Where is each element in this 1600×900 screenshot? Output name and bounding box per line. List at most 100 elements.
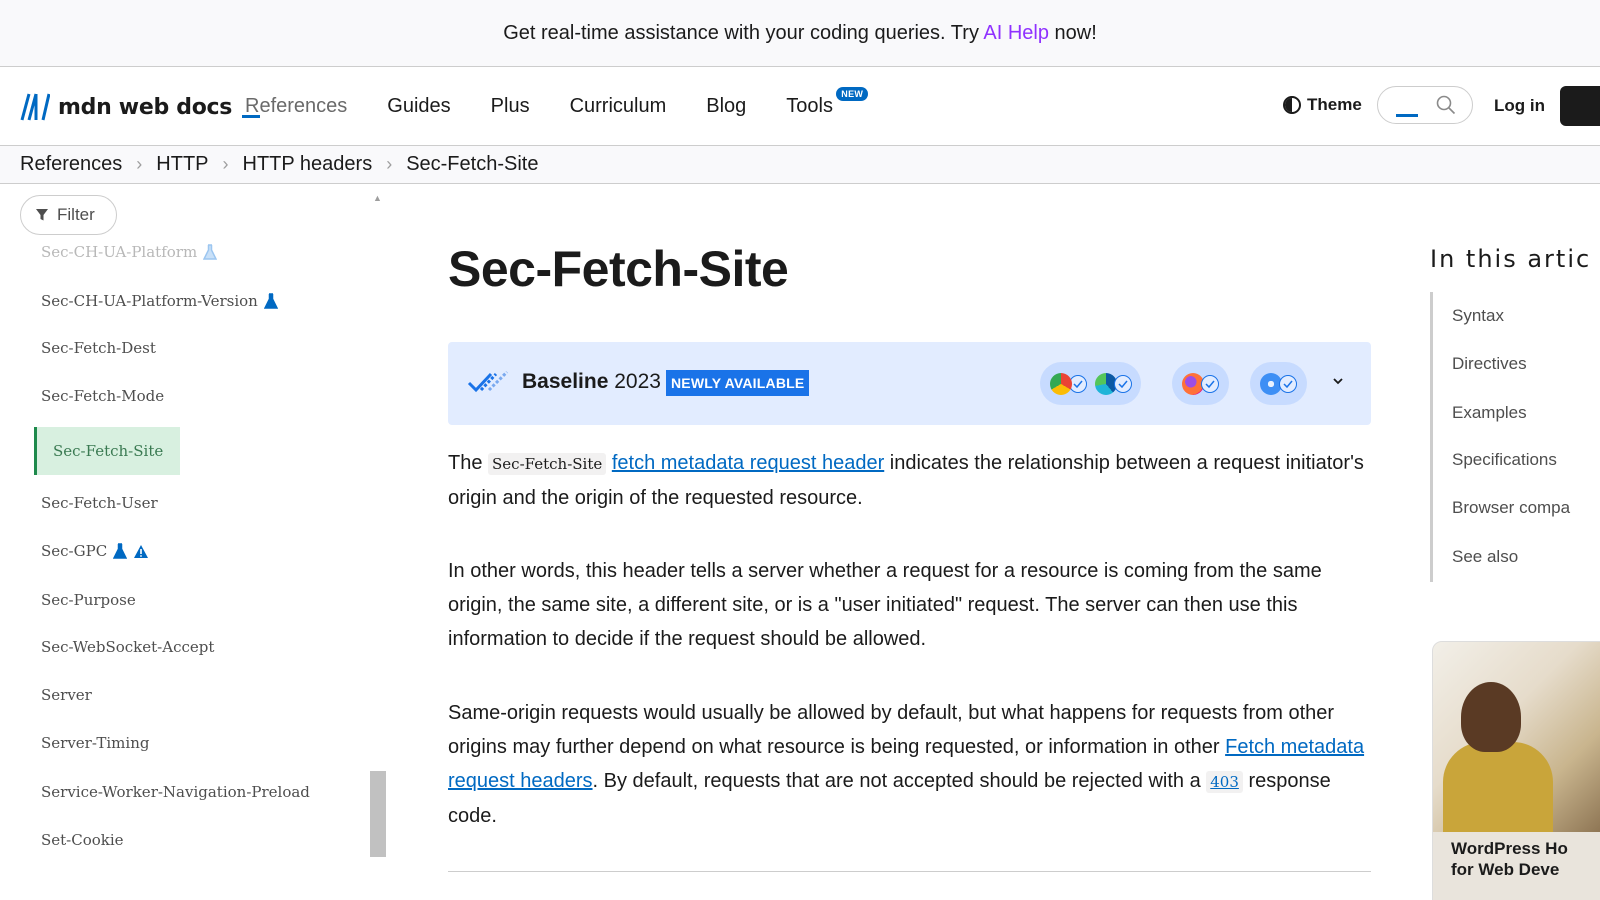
check-icon: [1114, 374, 1132, 393]
sidebar-item-sec-fetch-mode[interactable]: Sec-Fetch-Mode: [41, 387, 164, 405]
banner-text: Get real-time assistance with your codin…: [503, 21, 1097, 44]
nav-tools-label: Tools: [786, 94, 833, 117]
sidebar-item-label: Sec-Purpose: [41, 591, 136, 609]
sidebar-item-label: Sec-Fetch-Site: [53, 442, 164, 460]
nav-guides[interactable]: Guides: [387, 95, 450, 118]
newly-available-badge: NEWLY AVAILABLE: [666, 370, 810, 396]
sidebar-item-server[interactable]: Server: [41, 686, 92, 704]
search-cursor: [1396, 114, 1418, 117]
sidebar-item-label: Sec-Fetch-User: [41, 494, 158, 512]
sidebar-item-sec-purpose[interactable]: Sec-Purpose: [41, 591, 136, 609]
check-icon: [1279, 374, 1297, 393]
search-input[interactable]: [1396, 87, 1436, 123]
logo-text: mdn web docs: [58, 94, 233, 120]
mdn-logo-icon: [20, 93, 50, 121]
main-content: Sec-Fetch-Site Baseline 2023 NEWLY AVAIL…: [448, 185, 1372, 900]
breadcrumb-references[interactable]: References: [20, 153, 122, 176]
ai-help-banner: Get real-time assistance with your codin…: [0, 0, 1600, 67]
ad-person-head: [1461, 682, 1521, 752]
breadcrumb-http[interactable]: HTTP: [156, 153, 208, 176]
filter-label: Filter: [57, 205, 95, 224]
toc-item-browser-compatibility[interactable]: Browser compa: [1452, 498, 1570, 518]
scroll-up-arrow-icon[interactable]: ▲: [373, 193, 382, 203]
ai-help-link[interactable]: AI Help: [983, 22, 1049, 44]
toc-item-syntax[interactable]: Syntax: [1452, 306, 1504, 326]
non-standard-warning-icon: [134, 544, 149, 558]
toc-item-directives[interactable]: Directives: [1452, 354, 1527, 374]
baseline-check-icon: [467, 370, 509, 393]
theme-button[interactable]: Theme: [1283, 95, 1362, 115]
theme-contrast-icon: [1283, 96, 1301, 114]
paragraph-intro: The Sec-Fetch-Site fetch metadata reques…: [448, 452, 1364, 509]
paragraph-default: Same-origin requests would usually be al…: [448, 702, 1365, 827]
sidebar-item-label: Sec-CH-UA-Platform: [41, 243, 198, 261]
firefox-support: [1182, 372, 1219, 395]
top-navigation: mdn web docs References Guides Plus Curr…: [0, 67, 1600, 146]
baseline-label: Baseline 2023: [522, 370, 661, 393]
sidebar-item-label: Sec-GPC: [41, 542, 108, 560]
chrome-support: [1050, 372, 1087, 395]
experimental-flask-icon: [263, 293, 278, 309]
inline-code: Sec-Fetch-Site: [488, 453, 607, 475]
experimental-flask-icon: [203, 244, 218, 260]
page-title: Sec-Fetch-Site: [448, 241, 789, 297]
browser-group-chrome-edge: [1040, 362, 1141, 405]
sidebar-item-sec-websocket-accept[interactable]: Sec-WebSocket-Accept: [41, 638, 214, 656]
baseline-banner: Baseline 2023 NEWLY AVAILABLE: [448, 342, 1371, 425]
signup-button[interactable]: [1560, 86, 1600, 126]
sidebar-item-label: Sec-WebSocket-Accept: [41, 638, 215, 656]
paragraph-explanation: In other words, this header tells a serv…: [448, 560, 1322, 650]
filter-icon: [36, 209, 48, 221]
breadcrumb-http-headers[interactable]: HTTP headers: [243, 153, 373, 176]
sidebar-scrollbar-thumb[interactable]: [370, 771, 386, 857]
ad-headline: WordPress Ho for Web Deve: [1451, 839, 1568, 879]
breadcrumb-current[interactable]: Sec-Fetch-Site: [406, 153, 538, 176]
ad-image: [1433, 642, 1600, 832]
sidebar-item-service-worker-navigation-preload[interactable]: Service-Worker-Navigation-Preload: [41, 783, 310, 801]
sidebar-item-server-timing[interactable]: Server-Timing: [41, 734, 149, 752]
login-link[interactable]: Log in: [1494, 96, 1545, 116]
chevron-right-icon: ›: [136, 154, 143, 174]
main-nav: References Guides Plus Curriculum Blog T…: [245, 67, 873, 145]
edge-support: [1095, 372, 1132, 395]
status-403-link[interactable]: 403: [1206, 771, 1243, 793]
new-badge: NEW: [836, 86, 869, 101]
sidebar-item-sec-fetch-dest[interactable]: Sec-Fetch-Dest: [41, 339, 156, 357]
filter-button[interactable]: Filter: [20, 195, 117, 235]
sidebar-item-sec-gpc[interactable]: Sec-GPC: [41, 542, 149, 560]
search-box[interactable]: [1377, 86, 1473, 124]
sidebar-item-label: Service-Worker-Navigation-Preload: [41, 783, 310, 801]
sidebar-item-label: Sec-CH-UA-Platform-Version: [41, 292, 258, 310]
sidebar-item-sec-ch-ua-platform-version[interactable]: Sec-CH-UA-Platform-Version: [41, 292, 278, 310]
toc-item-specifications[interactable]: Specifications: [1452, 450, 1557, 470]
sidebar-item-sec-ch-ua-platform[interactable]: Sec-CH-UA-Platform: [41, 243, 218, 261]
sidebar-item-label: Set-Cookie: [41, 831, 124, 849]
experimental-flask-icon: [113, 543, 128, 559]
chrome-icon: [1050, 372, 1072, 395]
chevron-right-icon: ›: [222, 154, 229, 174]
nav-blog[interactable]: Blog: [706, 95, 746, 118]
sidebar-item-set-cookie[interactable]: Set-Cookie: [41, 831, 124, 849]
browser-group-firefox: [1172, 362, 1229, 405]
toc-item-see-also[interactable]: See also: [1452, 547, 1518, 567]
theme-label: Theme: [1307, 95, 1362, 114]
mdn-logo[interactable]: mdn web docs: [20, 93, 261, 121]
sidebar-item-sec-fetch-user[interactable]: Sec-Fetch-User: [41, 494, 158, 512]
section-divider: [448, 871, 1371, 872]
sidebar-ad[interactable]: WordPress Ho for Web Deve: [1432, 641, 1600, 900]
table-of-contents: In this artic Syntax Directives Examples…: [1430, 185, 1600, 900]
toc-item-examples[interactable]: Examples: [1452, 403, 1527, 423]
ad-person-body: [1443, 742, 1553, 832]
fetch-metadata-link[interactable]: fetch metadata request header: [612, 452, 884, 474]
sidebar-item-label: Sec-Fetch-Mode: [41, 387, 165, 405]
toc-title: In this artic: [1430, 245, 1592, 273]
nav-plus[interactable]: Plus: [491, 95, 530, 118]
sidebar-item-sec-fetch-site[interactable]: Sec-Fetch-Site: [34, 427, 180, 475]
sidebar-item-label: Server-Timing: [41, 734, 150, 752]
search-icon[interactable]: [1436, 95, 1456, 115]
nav-tools[interactable]: Tools NEW: [786, 86, 869, 118]
nav-references[interactable]: References: [245, 95, 347, 118]
chevron-down-icon[interactable]: [1332, 375, 1344, 387]
nav-curriculum[interactable]: Curriculum: [570, 95, 667, 118]
breadcrumb: References › HTTP › HTTP headers › Sec-F…: [0, 146, 1600, 184]
